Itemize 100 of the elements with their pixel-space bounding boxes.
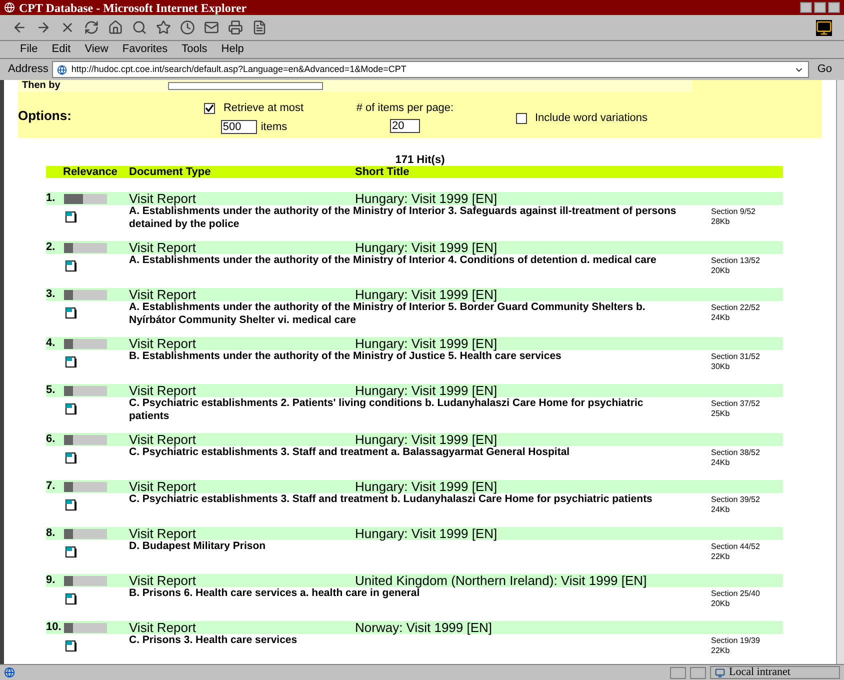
section-number: Section 22/52: [711, 303, 760, 313]
result-row[interactable]: 7. Visit Report Hungary: Visit 1999 [EN]: [46, 480, 783, 493]
document-type: Visit Report: [129, 192, 197, 205]
short-title[interactable]: Hungary: Visit 1999 [EN]: [355, 288, 498, 301]
section-number: Section 39/52: [711, 495, 760, 505]
document-icon[interactable]: [65, 211, 77, 223]
result-description: A. Establishments under the authority of the Ministry of Interior 4. Conditions of detention d. medical care: [129, 254, 658, 267]
short-title[interactable]: Hungary: Visit 1999 [EN]: [355, 480, 498, 493]
retrieve-label: Retrieve at most: [223, 101, 304, 116]
short-title[interactable]: Hungary: Visit 1999 [EN]: [355, 192, 498, 205]
menu-item[interactable]: Help: [221, 41, 244, 58]
result-row[interactable]: 1. Visit Report Hungary: Visit 1999 [EN]: [46, 192, 783, 205]
section-number: Section 9/52: [711, 207, 756, 217]
file-size: 22Kb: [711, 646, 731, 656]
document-icon[interactable]: [65, 593, 77, 605]
document-type: Visit Report: [129, 384, 197, 397]
menu-item[interactable]: View: [84, 41, 108, 58]
toolbar-icon[interactable]: [12, 20, 27, 35]
column-header: Document Type: [129, 164, 212, 180]
scrollbar[interactable]: [836, 80, 844, 664]
section-number: Section 19/39: [711, 636, 760, 646]
document-icon[interactable]: [65, 452, 77, 464]
toolbar-icon[interactable]: [60, 20, 75, 35]
document-type: Visit Report: [129, 480, 197, 493]
document-icon[interactable]: [65, 356, 77, 368]
result-number: 8.: [46, 528, 56, 539]
document-icon[interactable]: [65, 260, 77, 272]
result-row[interactable]: 9. Visit Report United Kingdom (Northern Ireland): Visit 1999 [EN]: [46, 574, 783, 587]
window-title: CPT Database - Microsoft Internet Explorer: [19, 2, 247, 14]
toolbar-icon[interactable]: [228, 20, 243, 35]
result-description: C. Prisons 3. Health care services: [129, 634, 298, 647]
document-icon[interactable]: [65, 640, 77, 652]
document-icon[interactable]: [65, 307, 77, 319]
column-header: Short Title: [355, 164, 410, 180]
toolbar-icon[interactable]: [84, 20, 99, 35]
hits-count: 171 Hit(s): [395, 154, 445, 166]
result-description: B. Establishments under the authority of the Ministry of Justice 5. Health care services: [129, 350, 562, 363]
result-number: 2.: [46, 242, 56, 253]
document-icon[interactable]: [65, 403, 77, 415]
file-size: 22Kb: [711, 552, 731, 562]
result-row[interactable]: 8. Visit Report Hungary: Visit 1999 [EN]: [46, 527, 783, 540]
word-variations-checkbox[interactable]: [516, 112, 527, 124]
menu-item[interactable]: File: [20, 41, 38, 58]
document-icon[interactable]: [65, 546, 77, 558]
result-number: 7.: [46, 481, 56, 492]
file-size: 20Kb: [711, 266, 731, 276]
file-size: 24Kb: [711, 313, 731, 323]
short-title[interactable]: Hungary: Visit 1999 [EN]: [355, 527, 498, 540]
result-number: 6.: [46, 434, 56, 445]
toolbar-icon[interactable]: [204, 20, 219, 35]
short-title[interactable]: United Kingdom (Northern Ireland): Visit 1999 [EN]: [355, 574, 647, 587]
page-icon: [4, 667, 15, 678]
result-number: 10.: [46, 622, 62, 633]
result-number: 3.: [46, 289, 56, 300]
menu-item[interactable]: Tools: [182, 41, 208, 58]
result-row[interactable]: 2. Visit Report Hungary: Visit 1999 [EN]: [46, 241, 783, 254]
toolbar-icon[interactable]: [180, 20, 195, 35]
address-label: Address: [8, 62, 48, 78]
file-size: 20Kb: [711, 599, 731, 609]
result-description: C. Psychiatric establishments 3. Staff and treatment b. Ludanyhalaszi Care Home for psychiatric patients: [129, 493, 654, 506]
short-title[interactable]: Hungary: Visit 1999 [EN]: [355, 337, 498, 350]
result-row[interactable]: 3. Visit Report Hungary: Visit 1999 [EN]: [46, 288, 783, 301]
menu-item[interactable]: Favorites: [122, 41, 168, 58]
result-row[interactable]: 4. Visit Report Hungary: Visit 1999 [EN]: [46, 337, 783, 350]
result-description: B. Prisons 6. Health care services a. health care in general: [129, 587, 420, 600]
result-row[interactable]: 6. Visit Report Hungary: Visit 1999 [EN]: [46, 433, 783, 446]
per-page-field[interactable]: 20: [390, 118, 420, 132]
result-row[interactable]: 10. Visit Report Norway: Visit 1999 [EN]: [46, 621, 783, 634]
toolbar-icon[interactable]: [252, 20, 267, 35]
items-label: items: [260, 120, 288, 134]
result-row[interactable]: 5. Visit Report Hungary: Visit 1999 [EN]: [46, 384, 783, 397]
toolbar-icon[interactable]: [156, 20, 171, 35]
result-number: 1.: [46, 193, 56, 204]
document-type: Visit Report: [129, 288, 197, 301]
max-items-field[interactable]: 500: [220, 120, 257, 134]
toolbar-icon[interactable]: [132, 20, 147, 35]
per-page-label: # of items per page:: [356, 101, 454, 116]
status-pane: [690, 666, 706, 678]
document-type: Visit Report: [129, 527, 197, 540]
section-number: Section 38/52: [711, 448, 760, 458]
result-description: A. Establishments under the authority of the Ministry of Interior 5. Border Guard Community Shelters b. Nyírbátor Community Shelter vi. medical care: [129, 301, 646, 327]
section-number: Section 44/52: [711, 542, 760, 552]
file-size: 24Kb: [711, 505, 731, 515]
section-number: Section 37/52: [711, 399, 760, 409]
toolbar-icon[interactable]: [36, 20, 51, 35]
result-number: 4.: [46, 338, 56, 349]
go-button[interactable]: Go: [813, 61, 836, 78]
short-title[interactable]: Hungary: Visit 1999 [EN]: [355, 384, 498, 397]
short-title[interactable]: Hungary: Visit 1999 [EN]: [355, 433, 498, 446]
then-by-select[interactable]: [168, 82, 323, 90]
result-description: C. Psychiatric establishments 3. Staff and treatment a. Balassagyarmat General Hospital: [129, 446, 571, 459]
short-title[interactable]: Norway: Visit 1999 [EN]: [355, 621, 492, 634]
menu-item[interactable]: Edit: [52, 41, 71, 58]
toolbar-icon[interactable]: [108, 20, 123, 35]
result-description: C. Psychiatric establishments 2. Patients' living conditions b. Ludanyhalaszi Care Home for psychiatric patients: [129, 397, 644, 423]
short-title[interactable]: Hungary: Visit 1999 [EN]: [355, 241, 498, 254]
address-field[interactable]: http://hudoc.cpt.coe.int/search/default.asp?Language=en&Advanced=1&Mode=CPT: [52, 61, 810, 78]
result-description: A. Establishments under the authority of the Ministry of Interior 3. Safeguards against ill-treatment of persons detained by the police: [129, 205, 677, 231]
document-icon[interactable]: [65, 499, 77, 511]
retrieve-checkbox[interactable]: [204, 102, 216, 114]
